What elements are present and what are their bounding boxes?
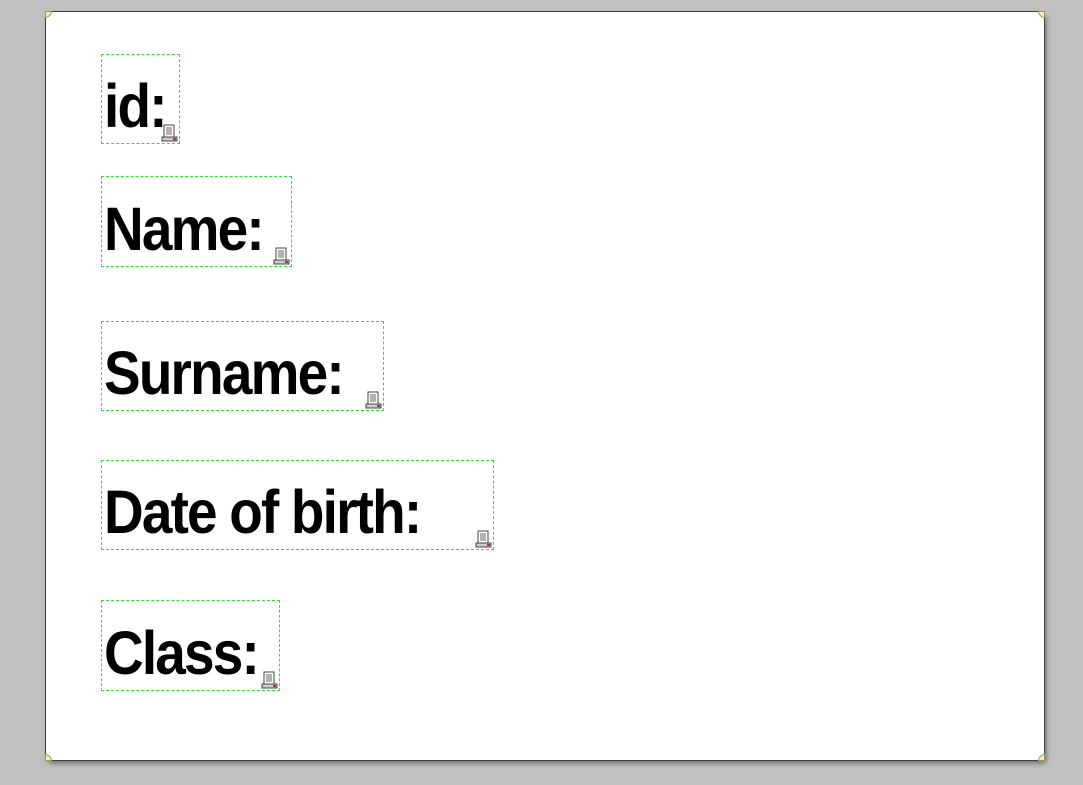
- label-name[interactable]: Name:: [101, 176, 292, 267]
- label-name-text: Name:: [104, 195, 265, 263]
- text-field-icon: [161, 124, 178, 142]
- text-field-icon: [273, 247, 290, 265]
- report-page[interactable]: id: Name: Surname: Date of birth: Class:: [45, 11, 1045, 761]
- label-id-text: id:: [104, 72, 167, 140]
- label-class-text: Class:: [104, 619, 260, 687]
- label-surname[interactable]: Surname:: [101, 321, 384, 411]
- label-surname-text: Surname:: [104, 339, 345, 407]
- text-field-icon: [365, 391, 382, 409]
- page-corner-handle[interactable]: [1038, 754, 1045, 761]
- label-date-of-birth-text: Date of birth:: [104, 478, 422, 546]
- text-field-icon: [261, 671, 278, 689]
- report-designer-workspace: id: Name: Surname: Date of birth: Class:: [0, 0, 1083, 785]
- label-id[interactable]: id:: [101, 54, 180, 144]
- page-corner-handle[interactable]: [45, 11, 52, 18]
- label-class[interactable]: Class:: [101, 600, 280, 691]
- page-corner-handle[interactable]: [1038, 11, 1045, 18]
- text-field-icon: [475, 530, 492, 548]
- label-date-of-birth[interactable]: Date of birth:: [101, 460, 494, 550]
- page-corner-handle[interactable]: [45, 754, 52, 761]
